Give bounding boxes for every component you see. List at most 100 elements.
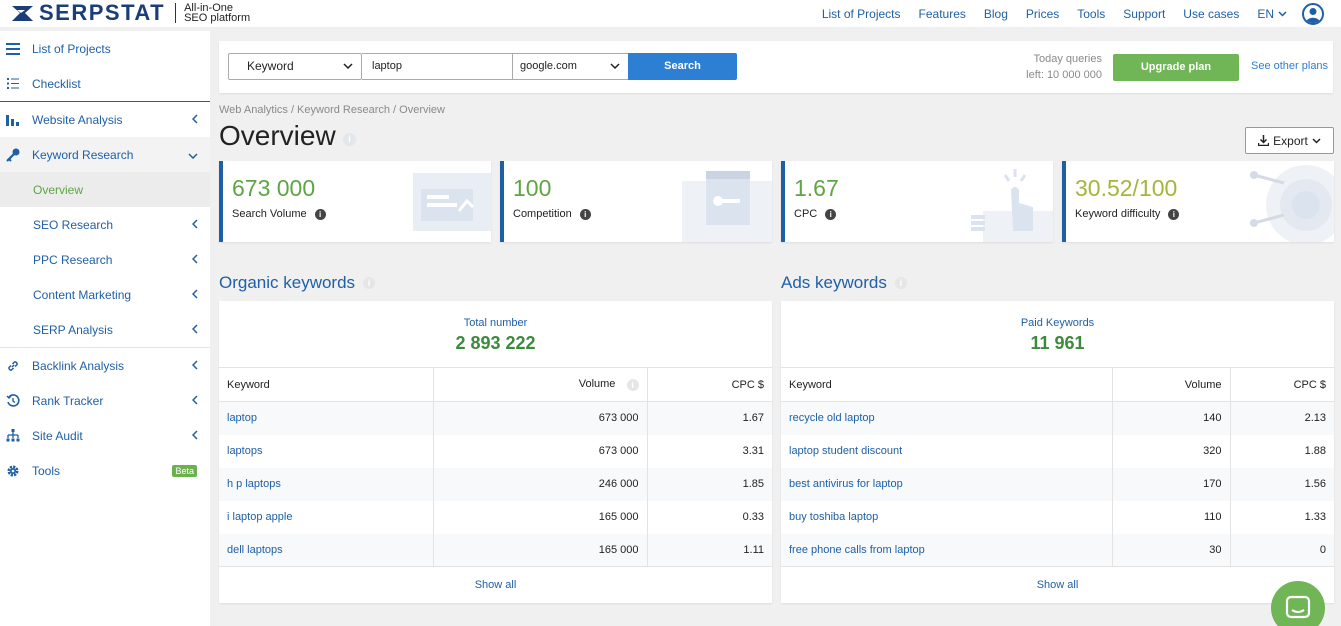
nav-list-of-projects[interactable]: List of Projects — [822, 7, 901, 21]
keyword-link[interactable]: free phone calls from laptop — [781, 534, 1112, 567]
nav-features[interactable]: Features — [919, 7, 966, 21]
keyword-link[interactable]: recycle old laptop — [781, 402, 1112, 435]
column-header-cpc[interactable]: CPC $ — [646, 367, 772, 402]
table-row: laptop student discount 320 1.88 — [781, 434, 1334, 468]
sidebar-item-list-of-projects[interactable]: List of Projects — [0, 31, 210, 66]
column-header-cpc[interactable]: CPC $ — [1229, 367, 1334, 402]
sidebar-item-seo-research[interactable]: SEO Research — [0, 207, 210, 242]
sidebar-item-label: Website Analysis — [32, 112, 123, 127]
kpi-card-cpc: 1.67 CPC i — [781, 161, 1053, 242]
sidebar: List of Projects Checklist Website Analy… — [0, 31, 210, 626]
volume-cell: 320 — [1111, 434, 1230, 468]
keyword-link[interactable]: i laptop apple — [219, 501, 433, 534]
bar-chart-icon — [5, 112, 20, 127]
export-button[interactable]: Export — [1245, 127, 1334, 154]
nav-support[interactable]: Support — [1123, 7, 1165, 21]
sidebar-item-checklist[interactable]: Checklist — [0, 66, 210, 101]
sidebar-item-label: SEO Research — [33, 217, 114, 232]
logo-mark-icon — [11, 4, 35, 23]
search-type-select[interactable]: Keyword — [228, 53, 362, 80]
competition-illustration-icon — [682, 171, 772, 242]
sidebar-item-rank-tracker[interactable]: Rank Tracker — [0, 383, 210, 418]
keyword-link[interactable]: h p laptops — [219, 468, 433, 501]
column-header-volume[interactable]: Volume — [1111, 367, 1230, 402]
logo-divider — [175, 3, 177, 23]
organic-keywords-title: Organic keywords i — [219, 273, 376, 293]
info-icon[interactable]: i — [343, 133, 356, 146]
keyword-link[interactable]: best antivirus for laptop — [781, 468, 1112, 501]
upgrade-plan-button[interactable]: Upgrade plan — [1113, 54, 1239, 81]
section-title-text: Ads keywords — [781, 273, 887, 292]
chat-icon — [1285, 595, 1311, 619]
see-other-plans-link[interactable]: See other plans — [1251, 60, 1328, 72]
kpi-label: Keyword difficulty i — [1075, 208, 1180, 220]
nav-blog[interactable]: Blog — [984, 7, 1008, 21]
volume-cell: 110 — [1111, 500, 1230, 534]
info-icon[interactable]: i — [314, 208, 326, 220]
column-header-keyword[interactable]: Keyword — [219, 367, 433, 402]
keyword-link[interactable]: laptops — [219, 435, 433, 468]
column-header-keyword[interactable]: Keyword — [781, 367, 1112, 402]
sidebar-item-keyword-research[interactable]: Keyword Research — [0, 137, 210, 172]
sidebar-item-ppc-research[interactable]: PPC Research — [0, 242, 210, 277]
keyword-link[interactable]: buy toshiba laptop — [781, 501, 1112, 534]
show-all-link[interactable]: Show all — [219, 566, 772, 603]
info-icon[interactable]: i — [626, 378, 639, 391]
kpi-value: 30.52/100 — [1075, 175, 1178, 201]
user-avatar-icon[interactable] — [1302, 2, 1324, 25]
sidebar-item-overview[interactable]: Overview — [0, 172, 210, 207]
sidebar-item-website-analysis[interactable]: Website Analysis — [0, 102, 210, 137]
kpi-value: 1.67 — [794, 175, 839, 201]
column-header-volume[interactable]: Volume i — [432, 367, 647, 402]
chevron-left-icon — [191, 288, 198, 302]
sidebar-item-serp-analysis[interactable]: SERP Analysis — [0, 312, 210, 347]
brand-name: SERPSTAT — [39, 0, 166, 25]
cpc-illustration-icon — [971, 169, 1053, 242]
keyword-link[interactable]: laptop student discount — [781, 435, 1112, 468]
language-selector[interactable]: EN — [1257, 7, 1287, 21]
key-icon — [5, 147, 20, 162]
info-icon[interactable]: i — [894, 277, 907, 289]
nav-tools[interactable]: Tools — [1077, 7, 1105, 21]
chevron-left-icon — [191, 394, 198, 408]
nav-prices[interactable]: Prices — [1026, 7, 1059, 21]
breadcrumb[interactable]: Web Analytics / Keyword Research / Overv… — [219, 104, 445, 116]
info-icon[interactable]: i — [1168, 208, 1180, 220]
sidebar-item-label: Site Audit — [32, 428, 83, 443]
sidebar-item-backlink-analysis[interactable]: Backlink Analysis — [0, 348, 210, 383]
sidebar-item-label: Rank Tracker — [32, 393, 104, 408]
kpi-card-competition: 100 Competition i — [500, 161, 772, 242]
info-icon[interactable]: i — [825, 208, 837, 220]
search-input[interactable]: laptop — [362, 53, 513, 80]
sidebar-item-content-marketing[interactable]: Content Marketing — [0, 277, 210, 312]
keyword-link[interactable]: laptop — [219, 402, 433, 435]
chevron-left-icon — [191, 323, 198, 337]
kpi-card-keyword-difficulty: 30.52/100 Keyword difficulty i — [1062, 161, 1334, 242]
show-all-link[interactable]: Show all — [781, 566, 1334, 603]
cpc-cell: 0 — [1229, 533, 1334, 567]
database-select[interactable]: google.com — [512, 53, 629, 80]
chevron-left-icon — [191, 253, 198, 267]
table-row: best antivirus for laptop 170 1.56 — [781, 467, 1334, 501]
keyword-difficulty-illustration-icon — [1250, 165, 1334, 242]
keyword-link[interactable]: dell laptops — [219, 534, 433, 567]
serpstat-logo[interactable]: SERPSTAT All-in-One SEO platform — [11, 0, 250, 25]
chevron-left-icon — [191, 359, 198, 373]
kpi-value: 673 000 — [232, 175, 316, 201]
queries-left-line-2: left: 10 000 000 — [1026, 69, 1102, 81]
chat-widget-button[interactable] — [1271, 581, 1325, 626]
search-button[interactable]: Search — [628, 53, 737, 80]
volume-cell: 673 000 — [432, 401, 647, 435]
info-icon[interactable]: i — [579, 208, 591, 220]
sidebar-item-site-audit[interactable]: Site Audit — [0, 418, 210, 453]
chevron-down-icon — [1278, 10, 1287, 17]
nav-use-cases[interactable]: Use cases — [1183, 7, 1239, 21]
sidebar-item-tools[interactable]: Tools Beta — [0, 453, 210, 488]
table-row: laptop 673 000 1.67 — [219, 401, 772, 435]
total-value: 11 961 — [1030, 333, 1085, 353]
sidebar-item-label: SERP Analysis — [33, 322, 113, 337]
checklist-icon — [5, 76, 20, 91]
table-row: laptops 673 000 3.31 — [219, 434, 772, 468]
chevron-left-icon — [191, 113, 198, 127]
info-icon[interactable]: i — [363, 277, 376, 289]
